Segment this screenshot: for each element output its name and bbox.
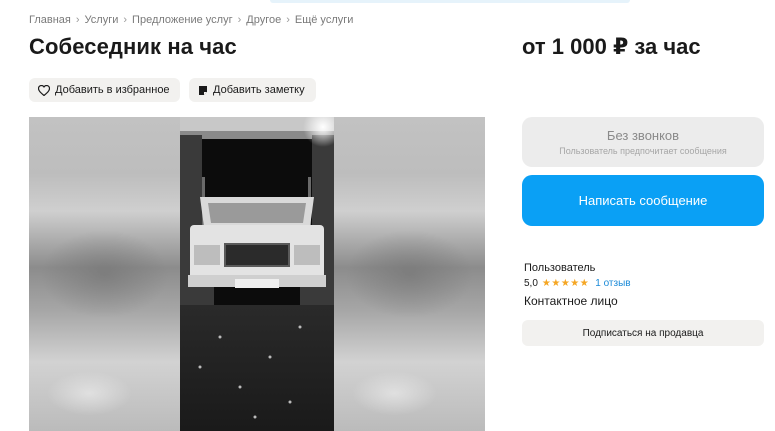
- add-to-favorites-button[interactable]: Добавить в избранное: [29, 78, 180, 102]
- add-note-button[interactable]: Добавить заметку: [189, 78, 316, 102]
- subscribe-seller-label: Подписаться на продавца: [582, 327, 704, 339]
- seller-name[interactable]: Пользователь: [524, 262, 595, 274]
- photo-blur-background-right: [334, 117, 485, 431]
- no-calls-label: Без звонков: [606, 128, 680, 143]
- no-calls-sublabel: Пользователь предпочитает сообщения: [559, 146, 727, 156]
- car-photo-image: [180, 117, 343, 431]
- breadcrumb: Главная › Услуги › Предложение услуг › Д…: [29, 14, 353, 26]
- page-title: Собеседник на час: [29, 34, 237, 59]
- reviews-link[interactable]: 1 отзыв: [595, 278, 630, 289]
- breadcrumb-more-services[interactable]: Ещё услуги: [295, 14, 354, 26]
- chevron-right-icon: ›: [123, 14, 128, 26]
- breadcrumb-service-offer[interactable]: Предложение услуг: [132, 14, 233, 26]
- price: от 1 000 ₽ за час: [522, 34, 701, 59]
- photo-blur-background-left: [29, 117, 180, 431]
- breadcrumb-services[interactable]: Услуги: [85, 14, 119, 26]
- chevron-right-icon: ›: [286, 14, 290, 26]
- send-message-label: Написать сообщение: [578, 193, 708, 208]
- note-icon: [199, 85, 207, 95]
- add-note-label: Добавить заметку: [213, 84, 305, 96]
- send-message-button[interactable]: Написать сообщение: [522, 175, 764, 226]
- top-accent-bar: [270, 0, 630, 3]
- rating-stars-icon: ★★★★★: [541, 278, 590, 289]
- subscribe-seller-button[interactable]: Подписаться на продавца: [522, 320, 764, 346]
- listing-photo[interactable]: [180, 117, 343, 431]
- breadcrumb-home[interactable]: Главная: [29, 14, 71, 26]
- chevron-right-icon: ›: [237, 14, 242, 26]
- chevron-right-icon: ›: [75, 14, 80, 26]
- heart-icon: [38, 84, 50, 96]
- no-calls-button: Без звонков Пользователь предпочитает со…: [522, 117, 764, 167]
- seller-rating: 5,0 ★★★★★ 1 отзыв: [524, 278, 631, 289]
- contact-role: Контактное лицо: [524, 294, 618, 308]
- add-to-favorites-label: Добавить в избранное: [55, 84, 170, 96]
- photo-gallery[interactable]: [29, 117, 485, 431]
- breadcrumb-other[interactable]: Другое: [246, 14, 281, 26]
- rating-score: 5,0: [524, 278, 538, 289]
